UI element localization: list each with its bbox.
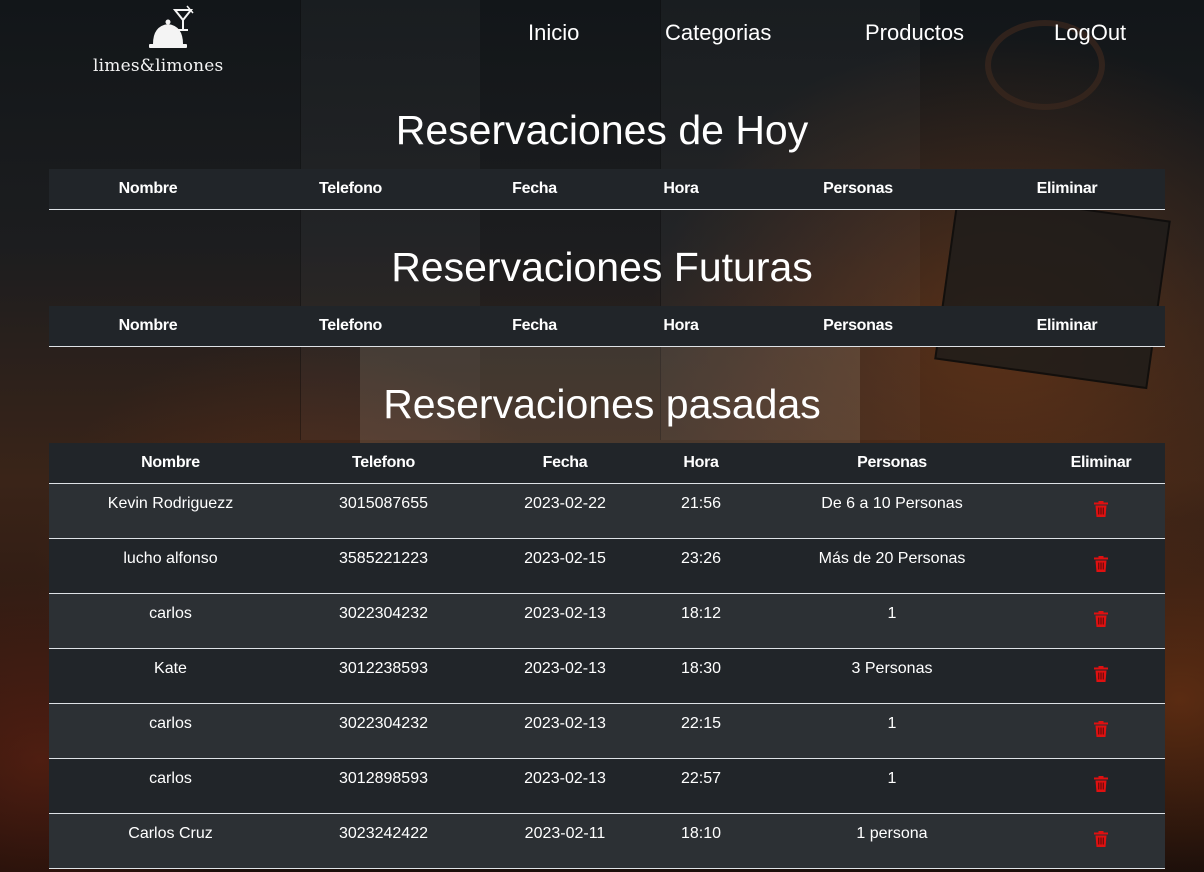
today-header-row: Nombre Telefono Fecha Hora Personas Elim…	[49, 169, 1165, 210]
cell-personas: 1	[747, 593, 1037, 649]
col-hora[interactable]: Hora	[615, 169, 747, 210]
col-nombre[interactable]: Nombre	[49, 169, 247, 210]
main-nav: Inicio Categorias Productos LogOut	[0, 18, 1204, 48]
cell-fecha: 2023-02-22	[475, 483, 655, 539]
trash-icon[interactable]	[1094, 720, 1108, 742]
brand-name: limes&limones	[93, 56, 224, 76]
cell-hora: 18:10	[655, 813, 747, 869]
col-fecha[interactable]: Fecha	[475, 443, 655, 484]
col-nombre[interactable]: Nombre	[49, 443, 292, 484]
cell-personas: 1 persona	[747, 813, 1037, 869]
col-telefono[interactable]: Telefono	[247, 169, 454, 210]
past-title: Reservaciones pasadas	[383, 381, 821, 427]
cell-nombre: carlos	[49, 758, 292, 814]
future-title: Reservaciones Futuras	[391, 244, 813, 290]
cell-nombre: carlos	[49, 703, 292, 759]
cell-eliminar	[1037, 538, 1165, 594]
cell-fecha: 2023-02-13	[475, 648, 655, 704]
cell-telefono: 3012238593	[292, 648, 475, 704]
cell-hora: 21:56	[655, 483, 747, 539]
cell-hora: 18:12	[655, 593, 747, 649]
future-table: Nombre Telefono Fecha Hora Personas Elim…	[49, 306, 1165, 347]
past-body: Kevin Rodriguezz 3015087655 2023-02-22 21:5…	[49, 483, 1165, 869]
cell-nombre: carlos	[49, 593, 292, 649]
col-hora[interactable]: Hora	[655, 443, 747, 484]
cell-eliminar	[1037, 813, 1165, 869]
col-personas[interactable]: Personas	[747, 169, 969, 210]
cell-personas: De 6 a 10 Personas	[747, 483, 1037, 539]
col-eliminar[interactable]: Eliminar	[969, 306, 1165, 347]
cell-telefono: 3015087655	[292, 483, 475, 539]
past-header-row: Nombre Telefono Fecha Hora Personas Elim…	[49, 443, 1165, 484]
cell-telefono: 3585221223	[292, 538, 475, 594]
nav-productos[interactable]: Productos	[865, 18, 964, 48]
col-telefono[interactable]: Telefono	[292, 443, 475, 484]
col-fecha[interactable]: Fecha	[454, 169, 615, 210]
col-personas[interactable]: Personas	[747, 306, 969, 347]
site-header: limes&limones Inicio Categorias Producto…	[0, 0, 1204, 90]
cell-personas: 1	[747, 703, 1037, 759]
cell-hora: 18:30	[655, 648, 747, 704]
cell-telefono: 3012898593	[292, 758, 475, 814]
table-row: carlos 3022304232 2023-02-13 18:12 1	[49, 593, 1165, 649]
today-title: Reservaciones de Hoy	[395, 107, 809, 153]
cell-fecha: 2023-02-13	[475, 703, 655, 759]
nav-categorias[interactable]: Categorias	[665, 18, 771, 48]
col-eliminar[interactable]: Eliminar	[969, 169, 1165, 210]
cell-nombre: Carlos Cruz	[49, 813, 292, 869]
cell-fecha: 2023-02-13	[475, 758, 655, 814]
cell-eliminar	[1037, 703, 1165, 759]
col-fecha[interactable]: Fecha	[454, 306, 615, 347]
cell-eliminar	[1037, 648, 1165, 704]
col-personas[interactable]: Personas	[747, 443, 1037, 484]
cell-hora: 22:15	[655, 703, 747, 759]
table-row: carlos 3012898593 2023-02-13 22:57 1	[49, 758, 1165, 814]
trash-icon[interactable]	[1094, 610, 1108, 632]
cell-fecha: 2023-02-15	[475, 538, 655, 594]
cell-telefono: 3022304232	[292, 593, 475, 649]
cell-hora: 22:57	[655, 758, 747, 814]
cell-telefono: 3023242422	[292, 813, 475, 869]
past-table: Nombre Telefono Fecha Hora Personas Elim…	[49, 443, 1165, 869]
trash-icon[interactable]	[1094, 555, 1108, 577]
cell-hora: 23:26	[655, 538, 747, 594]
nav-inicio[interactable]: Inicio	[528, 18, 579, 48]
trash-icon[interactable]	[1094, 500, 1108, 522]
cell-eliminar	[1037, 483, 1165, 539]
cell-eliminar	[1037, 758, 1165, 814]
table-row: carlos 3022304232 2023-02-13 22:15 1	[49, 703, 1165, 759]
col-nombre[interactable]: Nombre	[49, 306, 247, 347]
cell-fecha: 2023-02-13	[475, 593, 655, 649]
col-hora[interactable]: Hora	[615, 306, 747, 347]
table-row: Kate 3012238593 2023-02-13 18:30 3 Personas	[49, 648, 1165, 704]
cell-nombre: Kate	[49, 648, 292, 704]
today-table: Nombre Telefono Fecha Hora Personas Elim…	[49, 169, 1165, 210]
cell-telefono: 3022304232	[292, 703, 475, 759]
trash-icon[interactable]	[1094, 775, 1108, 797]
nav-logout[interactable]: LogOut	[1054, 18, 1126, 48]
cell-nombre: lucho alfonso	[49, 538, 292, 594]
col-eliminar[interactable]: Eliminar	[1037, 443, 1165, 484]
cell-personas: Más de 20 Personas	[747, 538, 1037, 594]
table-row: Carlos Cruz 3023242422 2023-02-11 18:10 1 pe…	[49, 813, 1165, 869]
table-row: lucho alfonso 3585221223 2023-02-15 23:26 Má…	[49, 538, 1165, 594]
trash-icon[interactable]	[1094, 665, 1108, 687]
table-row: Kevin Rodriguezz 3015087655 2023-02-22 21:5…	[49, 483, 1165, 539]
future-header-row: Nombre Telefono Fecha Hora Personas Elim…	[49, 306, 1165, 347]
cell-eliminar	[1037, 593, 1165, 649]
col-telefono[interactable]: Telefono	[247, 306, 454, 347]
trash-icon[interactable]	[1094, 830, 1108, 852]
cell-nombre: Kevin Rodriguezz	[49, 483, 292, 539]
cell-personas: 3 Personas	[747, 648, 1037, 704]
cell-personas: 1	[747, 758, 1037, 814]
cell-fecha: 2023-02-11	[475, 813, 655, 869]
